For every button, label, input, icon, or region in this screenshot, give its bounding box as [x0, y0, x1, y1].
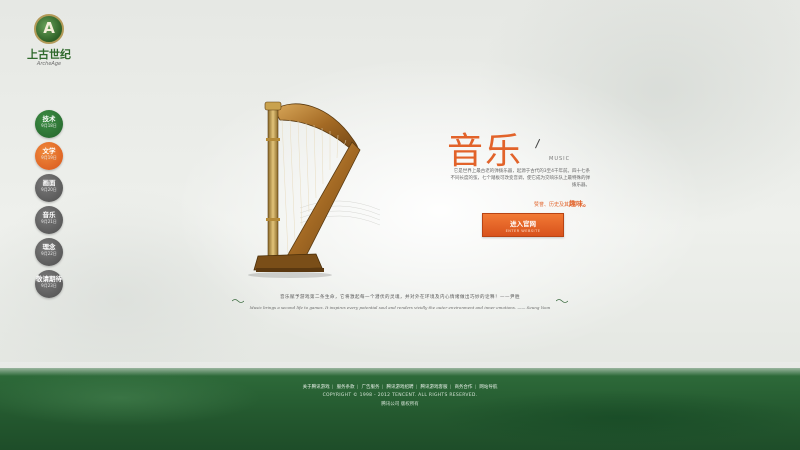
- footer-separator: |: [449, 385, 451, 390]
- nav-item-label: 技术: [42, 115, 56, 123]
- nav-item-date: 9月18日: [41, 123, 57, 128]
- footer-link-support[interactable]: 腾讯游戏客服: [420, 385, 447, 390]
- quote-english: Music brings a second life to games. It …: [249, 305, 551, 310]
- tagline-prefix: 赞誉、历史及其: [533, 202, 569, 208]
- footer-separator: |: [356, 385, 359, 390]
- enter-button-label: 进入官网: [510, 220, 536, 228]
- background-transition: [0, 362, 800, 376]
- footer-link-jobs[interactable]: 腾讯游戏招聘: [387, 385, 414, 390]
- nav-item-philosophy[interactable]: 理念 9月22日: [35, 238, 63, 266]
- nav-item-coming-soon[interactable]: 敬请期待 9月23日: [35, 270, 63, 298]
- nav-item-date: 9月23日: [41, 283, 57, 288]
- page-title-en: MUSIC: [549, 156, 571, 162]
- footer-copyright: COPYRIGHT © 1998 - 2012 TENCENT. ALL RIG…: [322, 393, 478, 398]
- description-text: 它是世界上最古老的弹拨乐器，起源于古代的3至4千年前。四十七条不同长度的弦，七个…: [450, 169, 591, 188]
- ornament-right-icon: [556, 299, 568, 303]
- harp-illustration: [248, 101, 380, 278]
- nav-item-label: 理念: [42, 243, 56, 251]
- nav-item-literature[interactable]: 文学 9月19日: [35, 142, 63, 170]
- nav-item-date: 9月21日: [41, 219, 57, 224]
- footer-link-terms[interactable]: 服务条款: [337, 385, 355, 390]
- nav-item-date: 9月20日: [41, 187, 57, 192]
- nav-item-date: 9月22日: [41, 251, 57, 256]
- quote-chinese: 音乐赋予游戏第二条生命，它将激起每一个潜伏的灵魂，并对外在环境及内心情绪做出巧妙…: [280, 295, 520, 300]
- nav-item-label: 敬请期待: [36, 275, 62, 283]
- site-logo[interactable]: A 上古世纪 ArcheAge: [24, 14, 74, 70]
- nav-item-label: 音乐: [42, 211, 56, 219]
- footer: 关于腾讯游戏 | 服务条款 | 广告服务 | 腾讯游戏招聘 | 腾讯游戏客服 | 商务合作…: [280, 384, 520, 407]
- footer-separator: |: [381, 385, 384, 390]
- footer-link-about[interactable]: 关于腾讯游戏: [303, 385, 330, 390]
- footer-separator: |: [415, 385, 418, 390]
- footer-links: 关于腾讯游戏 | 服务条款 | 广告服务 | 腾讯游戏招聘 | 腾讯游戏客服 | 商务合作…: [280, 384, 520, 390]
- nav-item-label: 画面: [42, 179, 56, 187]
- footer-separator: |: [474, 385, 476, 390]
- footer-company: 腾讯公司 版权所有: [381, 402, 419, 407]
- page-background: [0, 0, 800, 372]
- tagline-emphasis: 趣味。: [569, 200, 590, 208]
- nav-item-tech[interactable]: 技术 9月18日: [35, 110, 63, 138]
- side-nav: 技术 9月18日 文学 9月19日 画面 9月20日 音乐 9月21日 理念 9…: [35, 110, 65, 302]
- nav-item-music[interactable]: 音乐 9月21日: [35, 206, 63, 234]
- footer-background: [0, 368, 800, 450]
- page-title: 音乐: [447, 131, 524, 172]
- quote-block: 音乐赋予游戏第二条生命，它将激起每一个潜伏的灵魂，并对外在环境及内心情绪做出巧妙…: [232, 294, 568, 310]
- footer-link-sitemap[interactable]: 网站导航: [479, 385, 497, 390]
- footer-separator: |: [331, 385, 334, 390]
- tagline: 赞誉、历史及其趣味。: [448, 199, 590, 209]
- footer-link-business[interactable]: 商务合作: [454, 385, 472, 390]
- ornament-left-icon: [232, 299, 244, 303]
- nav-item-graphics[interactable]: 画面 9月20日: [35, 174, 63, 202]
- logo-emblem-icon: A: [34, 14, 64, 44]
- nav-item-label: 文学: [42, 147, 56, 155]
- nav-item-date: 9月19日: [41, 155, 57, 160]
- enter-website-button[interactable]: 进入官网 ENTER WEBSITE: [482, 213, 564, 237]
- footer-link-ads[interactable]: 广告服务: [362, 385, 380, 390]
- logo-title: 上古世纪: [27, 48, 71, 61]
- enter-button-sublabel: ENTER WEBSITE: [505, 229, 541, 233]
